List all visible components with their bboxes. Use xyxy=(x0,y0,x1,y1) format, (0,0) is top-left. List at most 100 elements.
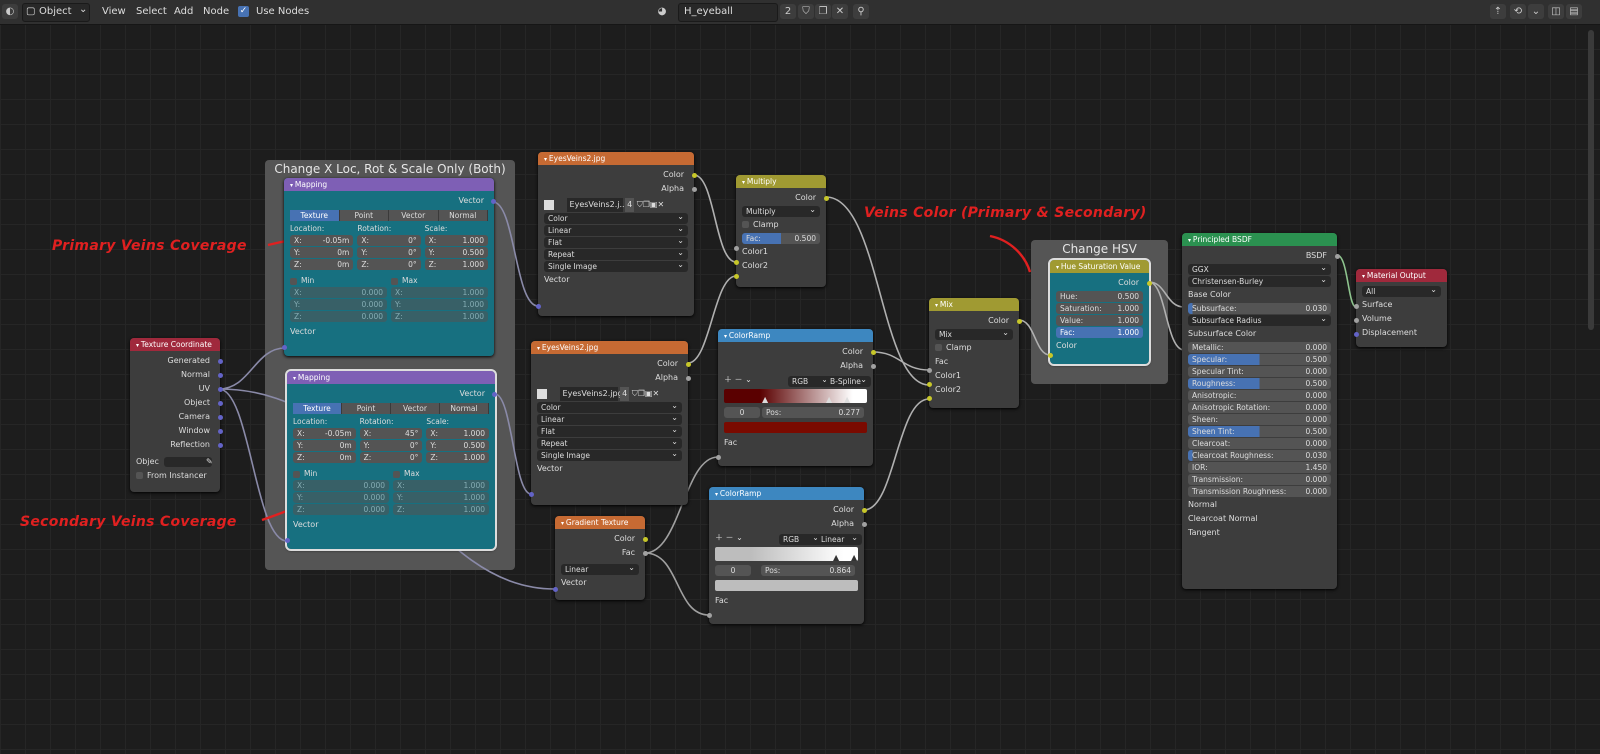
overlay-icon[interactable]: ◫ xyxy=(1548,4,1564,19)
location-x-field[interactable]: X: -0.05m xyxy=(293,428,356,439)
fac-field[interactable]: Fac: 0.500 xyxy=(742,233,820,244)
location-y-field[interactable]: Y: 0m xyxy=(290,247,354,258)
node-header[interactable]: ColorRamp xyxy=(709,487,864,500)
extension-dropdown[interactable]: Repeat xyxy=(537,436,682,449)
eyedropper-icon[interactable]: ✎ xyxy=(206,455,213,469)
scale-x-field[interactable]: X: 1.000 xyxy=(426,428,490,439)
node-header[interactable]: Mapping xyxy=(287,371,495,384)
mapping-node-primary[interactable]: Mapping Vector Texture Point Vector Norm… xyxy=(282,178,496,356)
socket[interactable] xyxy=(218,401,223,406)
image-browse-icon[interactable] xyxy=(544,199,554,210)
fac-field[interactable]: Fac: 1.000 xyxy=(1056,327,1143,338)
scale-z-field[interactable]: Z: 1.000 xyxy=(424,259,488,270)
node-header[interactable]: EyesVeins2.jpg xyxy=(531,341,688,354)
duplicate-icon[interactable]: ❐ xyxy=(815,4,831,19)
extension-dropdown[interactable]: Repeat xyxy=(544,247,688,260)
node-header[interactable]: EyesVeins2.jpg xyxy=(538,152,694,165)
bsdf-field-specular-tint[interactable]: Specular Tint: 0.000 xyxy=(1188,366,1331,377)
socket[interactable] xyxy=(218,373,223,378)
add-stop-icon[interactable]: ＋ xyxy=(724,375,732,384)
use-nodes-checkbox[interactable]: ✓ xyxy=(238,6,249,17)
socket[interactable] xyxy=(285,538,290,543)
socket[interactable] xyxy=(862,508,867,513)
ramp-stop-marker[interactable]: ▲ xyxy=(833,553,839,562)
color-ramp-node-2[interactable]: ColorRamp Color Alpha ＋ － ⌄ RGB Linear ▲… xyxy=(707,487,867,624)
bsdf-field-specular[interactable]: Specular: 0.500 xyxy=(1188,354,1331,365)
node-header[interactable]: ColorRamp xyxy=(718,329,873,342)
duplicate-icon[interactable]: ❐ xyxy=(638,389,645,398)
node-header[interactable]: Hue Saturation Value xyxy=(1050,260,1149,273)
texture-coordinate-node[interactable]: Texture Coordinate Generated Normal UV O… xyxy=(130,338,223,492)
menu-add[interactable]: Add xyxy=(174,4,193,20)
close-icon[interactable]: ✕ xyxy=(657,200,664,209)
min-checkbox[interactable] xyxy=(290,277,297,285)
socket[interactable] xyxy=(1354,318,1359,323)
socket[interactable] xyxy=(871,350,876,355)
vertical-scrollbar[interactable] xyxy=(1588,30,1594,330)
ramp-stop-marker[interactable]: ▲ xyxy=(762,395,768,404)
location-z-field[interactable]: Z: 0m xyxy=(290,259,354,270)
material-output-node[interactable]: Material Output All Surface Volume Displ… xyxy=(1354,269,1447,347)
socket[interactable] xyxy=(927,368,932,373)
min-x-field[interactable]: X: 0.000 xyxy=(293,480,389,491)
source-dropdown[interactable]: Single Image xyxy=(537,448,682,461)
subsurface-field[interactable]: Subsurface: 0.030 xyxy=(1188,303,1331,314)
duplicate-icon[interactable]: ❐ xyxy=(643,200,650,209)
socket[interactable] xyxy=(692,173,697,178)
socket[interactable] xyxy=(1147,281,1152,286)
value-field[interactable]: Value: 1.000 xyxy=(1056,315,1143,326)
stop-position-field[interactable]: Pos: 0.864 xyxy=(761,565,855,576)
subsurface-method-dropdown[interactable]: Christensen-Burley xyxy=(1188,274,1331,287)
tab-vector[interactable]: Vector xyxy=(389,210,439,221)
material-name-field[interactable]: H_eyeball xyxy=(678,3,778,22)
socket[interactable] xyxy=(871,364,876,369)
max-x-field[interactable]: X: 1.000 xyxy=(391,287,488,298)
object-field[interactable] xyxy=(164,457,212,467)
stop-index-field[interactable]: 0 xyxy=(715,565,751,576)
socket[interactable] xyxy=(553,587,558,592)
mix-node[interactable]: Mix Color Mix Clamp Fac Color1 Color2 xyxy=(927,298,1022,408)
interpolation-dropdown[interactable]: Linear xyxy=(537,412,682,425)
image-name-field[interactable]: EyesVeins2.j... xyxy=(566,198,627,212)
min-checkbox[interactable] xyxy=(293,470,300,478)
rotation-y-field[interactable]: Y: 0° xyxy=(359,440,423,451)
blend-mode-dropdown[interactable]: Mix xyxy=(935,327,1013,340)
menu-select[interactable]: Select xyxy=(136,4,167,20)
ramp-stop-marker[interactable]: ▲ xyxy=(851,553,857,562)
node-header[interactable]: Texture Coordinate xyxy=(130,338,220,351)
bsdf-field-roughness[interactable]: Roughness: 0.500 xyxy=(1188,378,1331,389)
socket[interactable] xyxy=(1048,353,1053,358)
location-y-field[interactable]: Y: 0m xyxy=(293,440,356,451)
color-space-dropdown[interactable]: Color xyxy=(537,400,682,413)
socket[interactable] xyxy=(1017,319,1022,324)
scale-y-field[interactable]: Y: 0.500 xyxy=(426,440,490,451)
socket[interactable] xyxy=(716,455,721,460)
socket[interactable] xyxy=(218,443,223,448)
max-x-field[interactable]: X: 1.000 xyxy=(393,480,489,491)
tab-texture[interactable]: Texture xyxy=(293,403,342,414)
projection-dropdown[interactable]: Flat xyxy=(544,235,688,248)
parent-node-tree-icon[interactable]: ⇡ xyxy=(1490,4,1506,19)
max-z-field[interactable]: Z: 1.000 xyxy=(393,504,489,515)
bsdf-field-sheen[interactable]: Sheen: 0.000 xyxy=(1188,414,1331,425)
rotation-x-field[interactable]: X: 45° xyxy=(359,428,423,439)
snap-icon[interactable]: ⟲ xyxy=(1510,4,1526,19)
remove-stop-icon[interactable]: － xyxy=(735,375,743,384)
add-stop-icon[interactable]: ＋ xyxy=(715,533,723,542)
color-ramp-node-1[interactable]: ColorRamp Color Alpha ＋ － ⌄ RGB B-Spline… xyxy=(716,329,876,466)
max-y-field[interactable]: Y: 1.000 xyxy=(391,299,488,310)
fake-user-icon[interactable]: ⛉ xyxy=(798,4,814,19)
rotation-y-field[interactable]: Y: 0° xyxy=(357,247,421,258)
tab-normal[interactable]: Normal xyxy=(438,210,488,221)
chevron-down-icon[interactable]: ⌄ xyxy=(745,375,752,384)
bsdf-field-transmission-roughness[interactable]: Transmission Roughness: 0.000 xyxy=(1188,486,1331,497)
socket[interactable] xyxy=(218,429,223,434)
tab-vector[interactable]: Vector xyxy=(391,403,440,414)
socket[interactable] xyxy=(529,492,534,497)
tab-normal[interactable]: Normal xyxy=(440,403,489,414)
rotation-z-field[interactable]: Z: 0° xyxy=(357,259,421,270)
min-y-field[interactable]: Y: 0.000 xyxy=(293,492,389,503)
saturation-field[interactable]: Saturation: 1.000 xyxy=(1056,303,1143,314)
socket[interactable] xyxy=(734,260,739,265)
bsdf-field-clearcoat[interactable]: Clearcoat: 0.000 xyxy=(1188,438,1331,449)
